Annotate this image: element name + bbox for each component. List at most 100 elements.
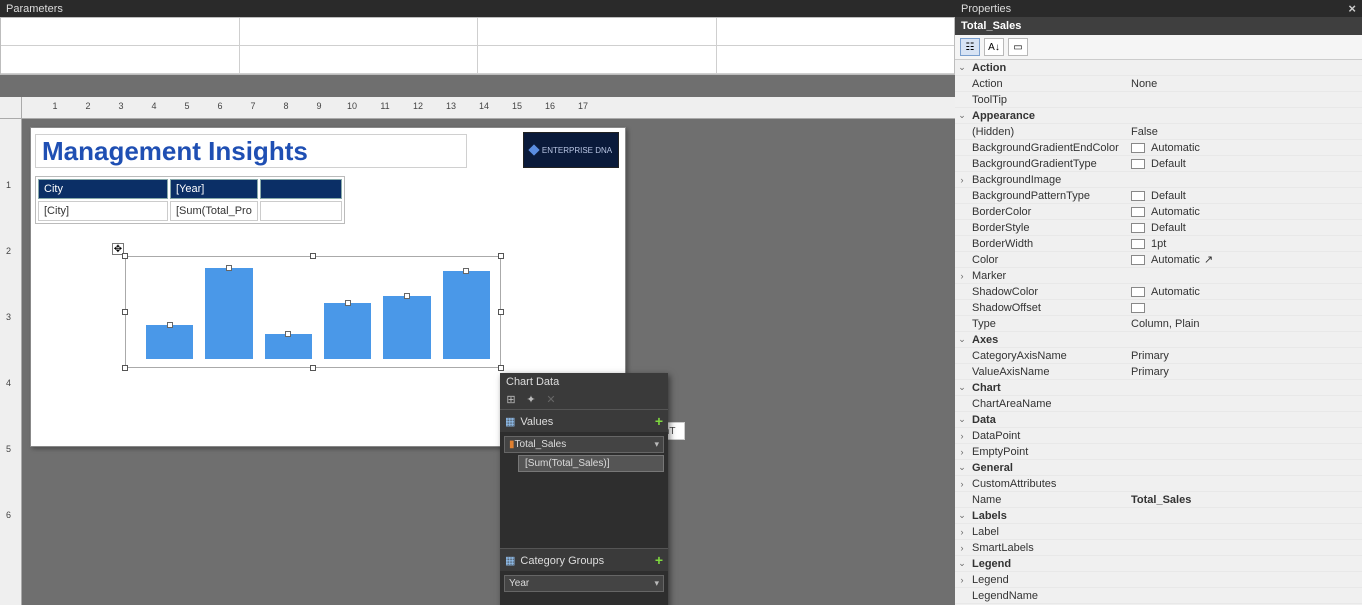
property-row[interactable]: ActionNone xyxy=(955,76,1362,92)
property-value[interactable]: Total_Sales xyxy=(1131,494,1362,506)
param-cell[interactable] xyxy=(240,18,479,46)
expand-toggle-icon[interactable]: ⌄ xyxy=(955,334,969,345)
property-row[interactable]: (Hidden)False xyxy=(955,124,1362,140)
report-design-surface[interactable]: 1234567891011121314151617 123456 Managem… xyxy=(0,97,955,605)
tablix-header[interactable]: [Year] xyxy=(170,179,258,199)
value-series-item[interactable]: ▮Total_Sales ▾ xyxy=(504,436,664,453)
expand-toggle-icon[interactable]: ⌄ xyxy=(955,382,969,393)
alphabetical-view-button[interactable]: A↓ xyxy=(984,38,1004,56)
property-value[interactable] xyxy=(1131,303,1362,313)
property-row[interactable]: TypeColumn, Plain xyxy=(955,316,1362,332)
property-category[interactable]: ⌄Legend xyxy=(955,556,1362,572)
property-row[interactable]: BorderColorAutomatic xyxy=(955,204,1362,220)
chart-data-panel[interactable]: Chart Data ⊞ ✦ ✕ ▦Values + ▮Total_Sales … xyxy=(500,373,668,605)
property-value[interactable]: Automatic xyxy=(1131,206,1362,218)
tablix-cell[interactable] xyxy=(260,201,342,221)
property-row[interactable]: ChartAreaName xyxy=(955,396,1362,412)
property-row[interactable]: CategoryAxisNamePrimary xyxy=(955,348,1362,364)
dropdown-icon[interactable]: ▾ xyxy=(654,439,659,450)
property-category[interactable]: ⌄General xyxy=(955,460,1362,476)
property-row[interactable]: ShadowColorAutomatic xyxy=(955,284,1362,300)
resize-handle[interactable] xyxy=(122,309,128,315)
data-point-handle[interactable] xyxy=(463,268,469,274)
properties-panel-header[interactable]: Properties × xyxy=(955,0,1362,17)
value-expression[interactable]: [Sum(Total_Sales)] xyxy=(518,455,664,472)
property-value[interactable]: Default xyxy=(1131,158,1362,170)
data-point-handle[interactable] xyxy=(226,265,232,271)
property-row[interactable]: ›Marker xyxy=(955,268,1362,284)
property-category[interactable]: ⌄Appearance xyxy=(955,108,1362,124)
property-row[interactable]: ›Label xyxy=(955,524,1362,540)
resize-handle[interactable] xyxy=(498,309,504,315)
chart-plot-area[interactable] xyxy=(146,263,490,359)
property-category[interactable]: ⌄Axes xyxy=(955,332,1362,348)
property-value[interactable]: Default xyxy=(1131,190,1362,202)
add-category-button[interactable]: + xyxy=(655,552,663,568)
property-row[interactable]: BorderWidth1pt xyxy=(955,236,1362,252)
property-row[interactable]: ›EmptyPoint xyxy=(955,444,1362,460)
expand-toggle-icon[interactable]: ⌄ xyxy=(955,414,969,425)
param-cell[interactable] xyxy=(717,46,955,74)
chart-control[interactable]: ✥ xyxy=(125,256,501,368)
property-value[interactable]: Automatic↖ xyxy=(1131,253,1362,266)
property-row[interactable]: ToolTip xyxy=(955,92,1362,108)
property-category[interactable]: ⌄Labels xyxy=(955,508,1362,524)
param-cell[interactable] xyxy=(240,46,479,74)
data-point-handle[interactable] xyxy=(285,331,291,337)
expand-toggle-icon[interactable]: › xyxy=(955,575,969,585)
property-value[interactable]: Primary xyxy=(1131,350,1362,362)
categorized-view-button[interactable]: ☷ xyxy=(960,38,980,56)
property-row[interactable]: ›BackgroundImage xyxy=(955,172,1362,188)
property-row[interactable]: BackgroundGradientEndColorAutomatic xyxy=(955,140,1362,156)
expand-toggle-icon[interactable]: › xyxy=(955,543,969,553)
resize-handle[interactable] xyxy=(122,365,128,371)
property-value[interactable]: Automatic xyxy=(1131,142,1362,154)
parameters-panel-header[interactable]: Parameters xyxy=(0,0,955,17)
expand-toggle-icon[interactable]: › xyxy=(955,479,969,489)
data-point-handle[interactable] xyxy=(404,293,410,299)
property-row[interactable]: ›SmartLabels xyxy=(955,540,1362,556)
expand-toggle-icon[interactable]: ⌄ xyxy=(955,110,969,121)
tablix-header[interactable] xyxy=(260,179,342,199)
property-row[interactable]: NameTotal_Sales xyxy=(955,492,1362,508)
chart-bar[interactable] xyxy=(443,271,490,359)
resize-handle[interactable] xyxy=(498,365,504,371)
property-value[interactable]: Default xyxy=(1131,222,1362,234)
values-section-header[interactable]: ▦Values + xyxy=(500,409,668,432)
category-group-item[interactable]: Year ▾ xyxy=(504,575,664,592)
param-cell[interactable] xyxy=(1,46,240,74)
property-row[interactable]: BackgroundGradientTypeDefault xyxy=(955,156,1362,172)
param-cell[interactable] xyxy=(478,46,717,74)
close-icon[interactable]: × xyxy=(1348,1,1356,16)
selected-object-name[interactable]: Total_Sales xyxy=(955,17,1362,35)
param-cell[interactable] xyxy=(717,18,955,46)
expand-toggle-icon[interactable]: ⌄ xyxy=(955,62,969,73)
tb-delete-icon[interactable]: ✕ xyxy=(544,393,558,407)
chart-bar[interactable] xyxy=(205,268,252,359)
property-pages-button[interactable]: ▭ xyxy=(1008,38,1028,56)
resize-handle[interactable] xyxy=(310,365,316,371)
property-row[interactable]: BorderStyleDefault xyxy=(955,220,1362,236)
category-groups-section-header[interactable]: ▦Category Groups + xyxy=(500,548,668,571)
chart-data-header[interactable]: Chart Data xyxy=(500,373,668,391)
expand-toggle-icon[interactable]: › xyxy=(955,271,969,281)
expand-toggle-icon[interactable]: › xyxy=(955,175,969,185)
properties-grid[interactable]: ⌄ActionActionNoneToolTip⌄Appearance(Hidd… xyxy=(955,60,1362,605)
expand-toggle-icon[interactable]: ⌄ xyxy=(955,558,969,569)
data-point-handle[interactable] xyxy=(345,300,351,306)
property-category[interactable]: ⌄Chart xyxy=(955,380,1362,396)
tb-star-icon[interactable]: ✦ xyxy=(524,393,538,407)
logo-image[interactable]: ENTERPRISE DNA xyxy=(523,132,619,168)
parameters-grid[interactable] xyxy=(0,17,955,75)
tablix-header[interactable]: City xyxy=(38,179,168,199)
property-row[interactable]: ›Legend xyxy=(955,572,1362,588)
resize-handle[interactable] xyxy=(122,253,128,259)
resize-handle[interactable] xyxy=(310,253,316,259)
property-category[interactable]: ⌄Data xyxy=(955,412,1362,428)
report-title-textbox[interactable]: Management Insights xyxy=(35,134,467,168)
dropdown-icon[interactable]: ▾ xyxy=(654,578,659,589)
expand-toggle-icon[interactable]: › xyxy=(955,527,969,537)
property-row[interactable]: LegendName xyxy=(955,588,1362,604)
property-value[interactable]: Primary xyxy=(1131,366,1362,378)
resize-handle[interactable] xyxy=(498,253,504,259)
